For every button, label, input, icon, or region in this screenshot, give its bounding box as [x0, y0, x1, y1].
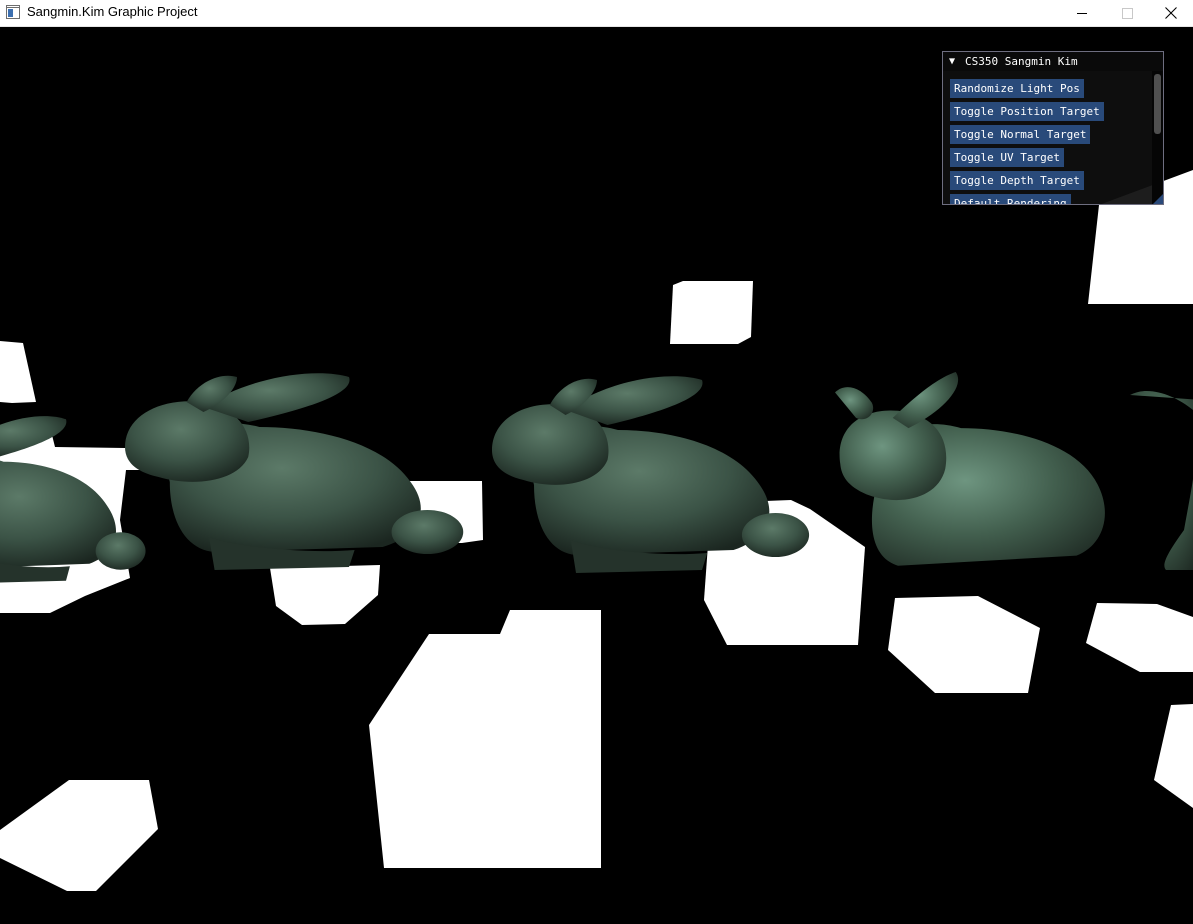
imgui-control-panel[interactable]: ▼ CS350 Sangmin Kim Randomize Light Pos …	[942, 51, 1164, 205]
close-button[interactable]	[1148, 0, 1193, 26]
imgui-title-bar[interactable]: ▼ CS350 Sangmin Kim	[943, 52, 1163, 71]
close-icon	[1165, 7, 1177, 19]
randomize-light-pos-button[interactable]: Randomize Light Pos	[950, 79, 1084, 98]
resize-grip-icon[interactable]	[1153, 194, 1163, 204]
imgui-body: Randomize Light Pos Toggle Position Targ…	[943, 71, 1153, 204]
imgui-scrollbar[interactable]	[1152, 71, 1163, 204]
imgui-title: CS350 Sangmin Kim	[965, 55, 1078, 68]
toggle-uv-target-button[interactable]: Toggle UV Target	[950, 148, 1064, 167]
bunny-row	[0, 372, 1193, 584]
toggle-normal-target-button[interactable]: Toggle Normal Target	[950, 125, 1091, 144]
maximize-icon	[1121, 7, 1133, 19]
imgui-scroll-grab[interactable]	[1154, 74, 1161, 134]
minimize-button[interactable]	[1059, 0, 1105, 26]
toggle-position-target-button[interactable]: Toggle Position Target	[950, 102, 1104, 121]
collapse-arrow-icon[interactable]: ▼	[949, 52, 955, 71]
default-rendering-button[interactable]: Default Rendering	[950, 194, 1071, 204]
window-title: Sangmin.Kim Graphic Project	[27, 4, 198, 19]
maximize-button[interactable]	[1104, 0, 1150, 26]
toggle-depth-target-button[interactable]: Toggle Depth Target	[950, 171, 1084, 190]
app-window-icon[interactable]	[6, 5, 20, 19]
title-bar[interactable]: Sangmin.Kim Graphic Project	[0, 0, 1193, 27]
minimize-icon	[1077, 13, 1087, 14]
